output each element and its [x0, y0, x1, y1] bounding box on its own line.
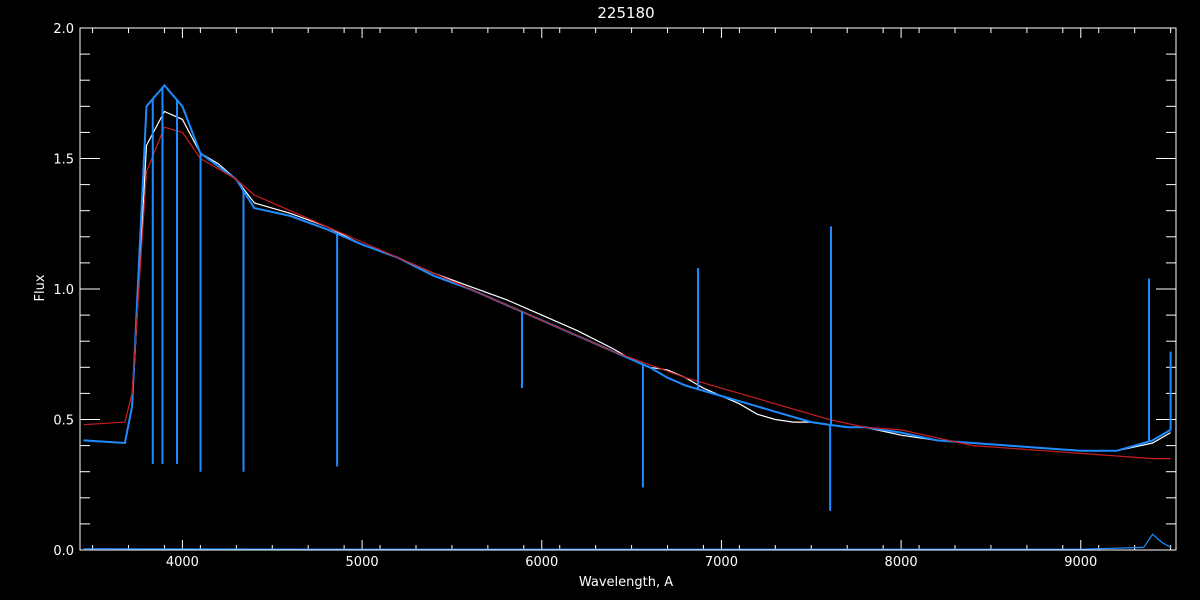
- y-tick-label: 1.5: [53, 153, 74, 168]
- x-tick-label: 6000: [525, 555, 558, 570]
- y-tick-label: 0.5: [53, 414, 74, 429]
- x-tick-label: 5000: [346, 555, 379, 570]
- chart-title: 225180: [597, 4, 654, 22]
- chart-background: [0, 0, 1200, 600]
- x-tick-label: 7000: [705, 555, 738, 570]
- x-tick-label: 8000: [885, 555, 918, 570]
- x-tick-label: 4000: [166, 555, 199, 570]
- y-tick-label: 0.0: [53, 544, 74, 559]
- x-tick-label: 9000: [1064, 555, 1097, 570]
- y-axis-label: Flux: [33, 274, 48, 301]
- x-axis-label: Wavelength, A: [579, 575, 673, 590]
- y-tick-label: 1.0: [53, 283, 74, 298]
- y-tick-label: 2.0: [53, 22, 74, 37]
- spectrum-chart: 225180 Wavelength, A Flux 4000 5000 6000 70…: [0, 0, 1200, 600]
